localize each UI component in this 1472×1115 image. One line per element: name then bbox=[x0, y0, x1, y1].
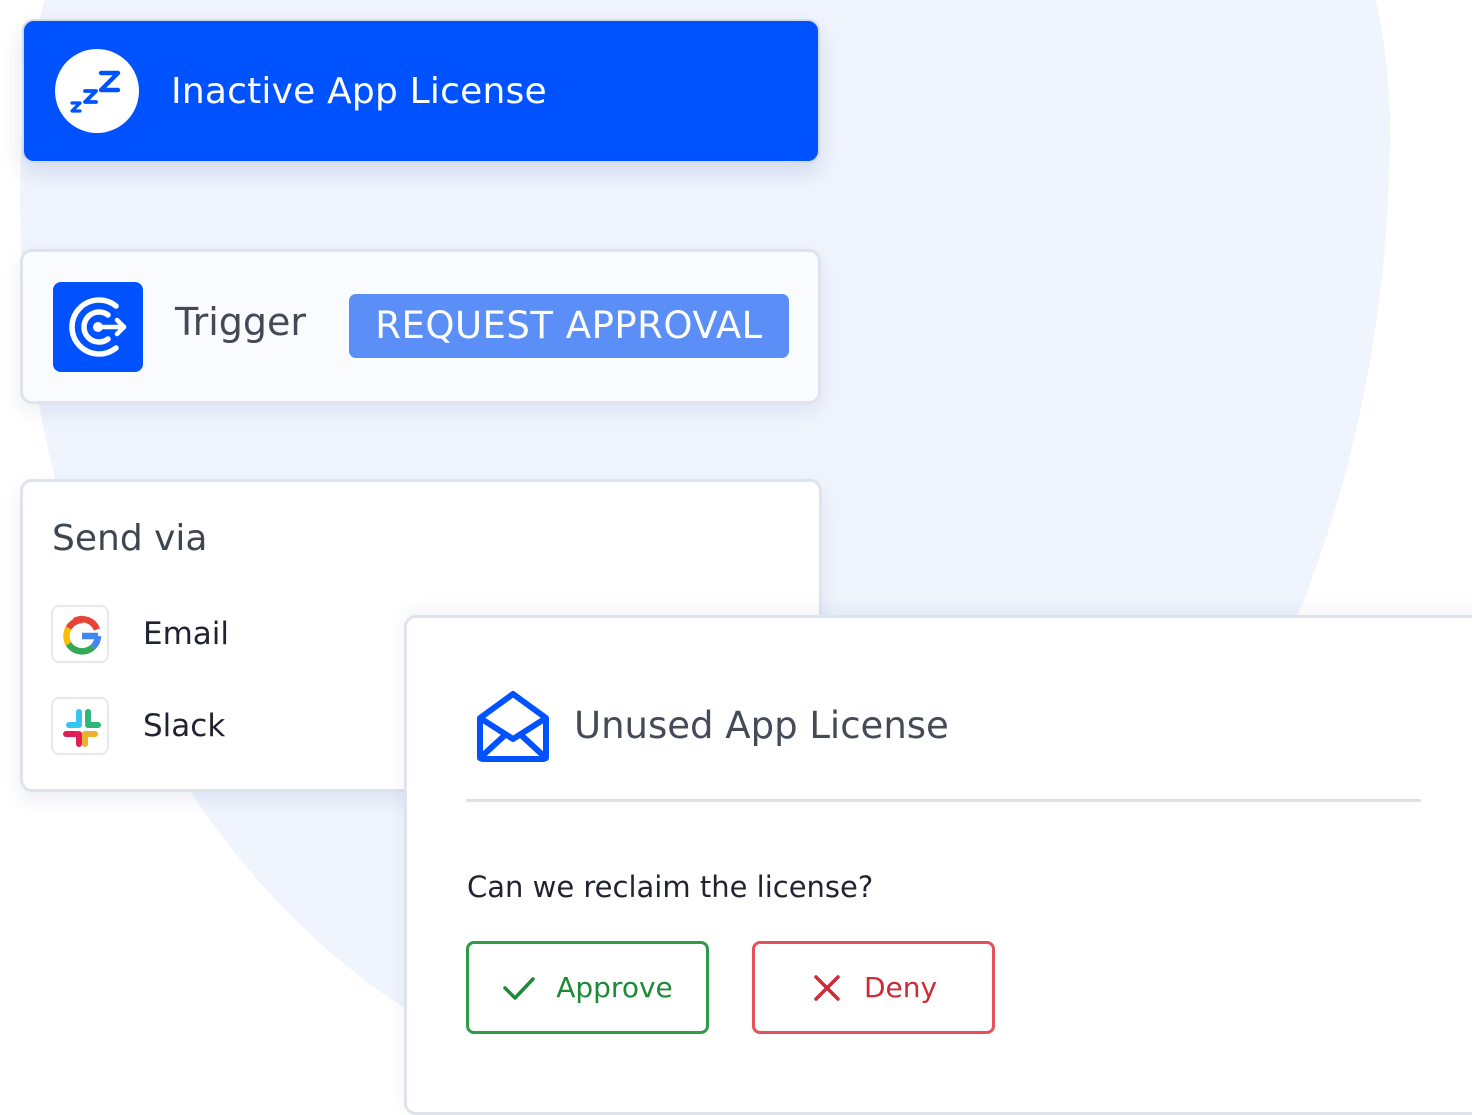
trigger-logo-icon bbox=[53, 282, 143, 372]
message-question: Can we reclaim the license? bbox=[467, 870, 874, 904]
trigger-card: Trigger REQUEST APPROVAL bbox=[20, 249, 821, 404]
card-title: Inactive App License bbox=[171, 70, 547, 112]
slack-icon bbox=[51, 697, 109, 755]
approve-button[interactable]: Approve bbox=[466, 941, 709, 1034]
envelope-open-icon bbox=[477, 691, 549, 762]
channel-email[interactable]: Email bbox=[51, 605, 229, 663]
message-title: Unused App License bbox=[574, 704, 949, 747]
checkmark-icon bbox=[503, 976, 535, 1000]
divider bbox=[466, 799, 1421, 802]
request-approval-chip[interactable]: REQUEST APPROVAL bbox=[349, 294, 789, 358]
channel-label: Email bbox=[143, 616, 230, 652]
trigger-label: Trigger bbox=[175, 300, 307, 344]
send-via-title: Send via bbox=[52, 518, 208, 559]
close-icon bbox=[814, 974, 840, 1001]
channel-label: Slack bbox=[143, 708, 226, 744]
approval-message-card: Unused App License Can we reclaim the li… bbox=[404, 615, 1472, 1115]
approve-label: Approve bbox=[556, 971, 673, 1004]
google-icon bbox=[51, 605, 109, 663]
deny-button[interactable]: Deny bbox=[752, 941, 995, 1034]
channel-slack[interactable]: Slack bbox=[51, 697, 225, 755]
zzz-sleep-icon bbox=[55, 49, 139, 133]
deny-label: Deny bbox=[863, 971, 938, 1004]
inactive-license-card: Inactive App License bbox=[22, 19, 820, 163]
